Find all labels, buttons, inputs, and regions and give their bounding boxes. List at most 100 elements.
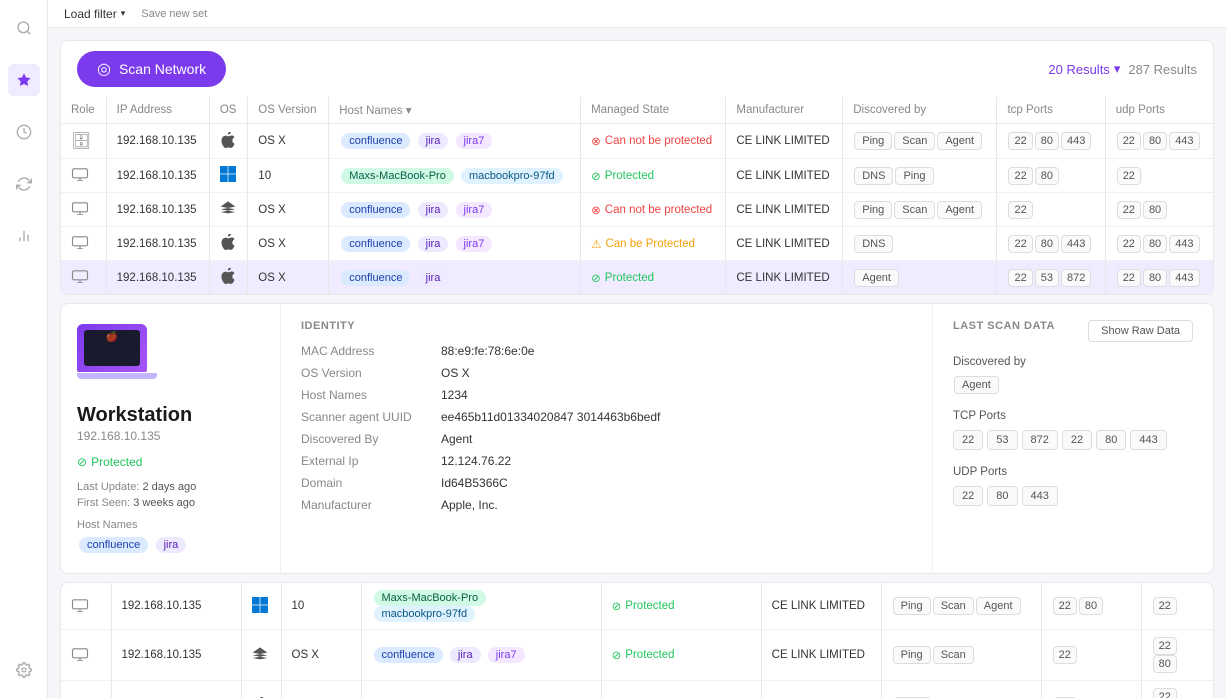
os-version-cell: OS X	[248, 261, 329, 295]
manufacturer-value: Apple, Inc.	[441, 498, 498, 512]
tcp-port-872: 872	[1022, 430, 1058, 450]
udp-ports-group: 22 80 443	[953, 486, 1193, 506]
status-cell: ⊘ Protected	[601, 681, 761, 698]
udp-cell: 22	[1141, 583, 1213, 630]
total-results: 287 Results	[1128, 62, 1197, 77]
scan-section: LAST SCAN DATA Show Raw Data Discovered …	[933, 304, 1213, 573]
status-cell: ⊘ Protected	[601, 583, 761, 630]
tcp-port-22: 22	[953, 430, 983, 450]
os-value: OS X	[441, 366, 470, 380]
bottom-rows-panel: 192.168.10.135 10 Maxs-MacBook-Pro macbo…	[60, 582, 1214, 698]
udp-port-80: 80	[987, 486, 1017, 506]
tcp-cell: 2253872	[997, 261, 1105, 295]
manufacturer-cell: CE LINK LIMITED	[726, 261, 843, 295]
hostnames-cell: Maxs-MacBook-Pro macbookpro-97fd	[361, 583, 601, 630]
table-row[interactable]: 192.168.10.135 10 Maxs-MacBook-Pro macbo…	[61, 159, 1213, 193]
os-cell	[209, 159, 247, 193]
ip-cell: 192.168.10.135	[111, 630, 241, 681]
tcp-port-53: 53	[987, 430, 1017, 450]
status-icon: ⊘	[612, 648, 622, 662]
identity-section: IDENTITY MAC Address 88:e9:fe:78:6e:0e O…	[281, 304, 933, 573]
ip-cell: 192.168.10.135	[106, 227, 209, 261]
manufacturer-cell: CE LINK LIMITED	[726, 159, 843, 193]
discovered-cell: Agent	[843, 261, 997, 295]
os-version-cell: OS X	[248, 227, 329, 261]
scan-title: LAST SCAN DATA	[953, 320, 1055, 332]
sidebar-item-refresh[interactable]	[8, 168, 40, 200]
role-cell: 🗄	[61, 124, 106, 159]
status-cell: ⊘ Protected	[581, 261, 726, 295]
scan-icon: ◎	[97, 59, 111, 79]
udp-port-22: 22	[953, 486, 983, 506]
table-row[interactable]: 192.168.10.135 OS X confluence jira jira…	[61, 193, 1213, 227]
show-raw-data-button[interactable]: Show Raw Data	[1088, 320, 1193, 342]
identity-row-os: OS Version OS X	[301, 366, 912, 380]
hostnames-cell: confluence jira	[329, 261, 581, 295]
results-info: 20 Results ▾ 287 Results	[1048, 61, 1197, 77]
extip-value: 12.124.76.22	[441, 454, 511, 468]
role-cell	[61, 227, 106, 261]
tcp-cell: 2280443	[997, 227, 1105, 261]
table-row[interactable]: 🗄 192.168.10.135 OS X confluence jira	[61, 124, 1213, 159]
role-cell	[61, 681, 111, 698]
scan-network-button[interactable]: ◎ Scan Network	[77, 51, 226, 87]
filtered-results: 20 Results ▾	[1048, 61, 1120, 77]
save-new-set-link[interactable]: Save new set	[141, 8, 207, 20]
udp-cell: 22	[1105, 159, 1213, 193]
sidebar-item-history[interactable]	[8, 116, 40, 148]
hostnames-label: Host Names	[77, 519, 264, 531]
status-cell: ⊗ Can not be protected	[581, 124, 726, 159]
table-row[interactable]: 192.168.10.135 OS X confluence jira jira…	[61, 227, 1213, 261]
sidebar-item-settings[interactable]	[8, 654, 40, 686]
sidebar	[0, 0, 48, 698]
col-os-version: OS Version	[248, 97, 329, 124]
os-cell	[241, 583, 281, 630]
sidebar-item-chart[interactable]	[8, 220, 40, 252]
os-version-cell: 10	[248, 159, 329, 193]
device-image: 🍎	[77, 324, 157, 394]
hostnames-cell: confluence jira jira7	[329, 124, 581, 159]
table-row[interactable]: 192.168.10.135 OS X confluence jira jira…	[61, 630, 1213, 681]
udp-cell: 2280443	[1105, 227, 1213, 261]
device-detail-panel: 🍎 Workstation 192.168.10.135 ⊘ Protected…	[60, 303, 1214, 574]
col-discovered: Discovered by	[843, 97, 997, 124]
status-icon: ⊘	[612, 599, 622, 613]
os-cell	[209, 124, 247, 159]
table-row[interactable]: 192.168.10.135 10 Maxs-MacBook-Pro macbo…	[61, 583, 1213, 630]
role-cell	[61, 159, 106, 193]
top-bar: Load filter ▾ Save new set	[48, 0, 1226, 28]
hostnames-cell: confluence jira jira7	[361, 630, 601, 681]
role-cell	[61, 583, 111, 630]
discovered-cell: PingScan	[881, 630, 1041, 681]
os-cell	[209, 261, 247, 295]
sidebar-item-star[interactable]	[8, 64, 40, 96]
status-cell: ⊘ Protected	[601, 630, 761, 681]
status-icon: ⚠	[591, 237, 601, 251]
col-hostnames[interactable]: Host Names ▾	[329, 97, 581, 124]
sidebar-item-search[interactable]	[8, 12, 40, 44]
tcp-cell: 22	[1041, 681, 1141, 698]
server-icon: 🗄	[71, 133, 91, 150]
os-label: OS Version	[301, 366, 441, 380]
tcp-cell: 2280	[997, 159, 1105, 193]
manufacturer-cell: CE LINK LIMITED	[726, 193, 843, 227]
device-hostnames: Host Names confluence jira	[77, 519, 264, 553]
identity-row-hostnames: Host Names 1234	[301, 388, 912, 402]
col-os: OS	[209, 97, 247, 124]
identity-title: IDENTITY	[301, 320, 912, 332]
udp-port-443: 443	[1022, 486, 1058, 506]
tcp-ports-label: TCP Ports	[953, 410, 1193, 422]
mac-value: 88:e9:fe:78:6e:0e	[441, 344, 534, 358]
col-ip: IP Address	[106, 97, 209, 124]
udp-ports-label: UDP Ports	[953, 466, 1193, 478]
table-row[interactable]: 192.168.10.135 OS X confluence ⊘ Protect…	[61, 681, 1213, 698]
main-panel: ◎ Scan Network 20 Results ▾ 287 Results	[60, 40, 1214, 295]
load-filter-btn[interactable]: Load filter ▾	[64, 7, 125, 21]
col-udp: udp Ports	[1105, 97, 1213, 124]
os-version-cell: 10	[281, 583, 361, 630]
ip-cell: 192.168.10.135	[111, 681, 241, 698]
table-row-selected[interactable]: 192.168.10.135 OS X confluence jira	[61, 261, 1213, 295]
tcp-port-80: 80	[1096, 430, 1126, 450]
status-icon: ⊘	[591, 169, 601, 183]
tcp-ports-group: 22 53 872 22 80 443	[953, 430, 1193, 450]
